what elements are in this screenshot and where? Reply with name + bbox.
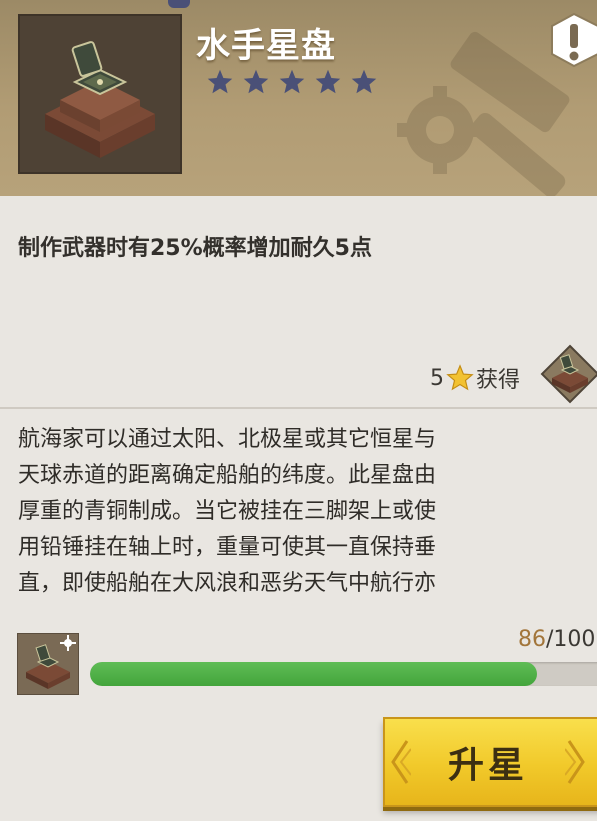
- progress-count: 86/100: [518, 627, 595, 652]
- effect-description: 制作武器时有25%概率增加耐久5点: [18, 236, 372, 261]
- upgrade-label: 升星: [447, 745, 528, 786]
- section-divider: [0, 407, 597, 409]
- star-icon: [207, 69, 233, 94]
- progress-total: /100: [546, 627, 596, 652]
- lore-line: 用铅锤挂在轴上时，重量可使其一直保持垂: [18, 535, 437, 560]
- button-ornament-right: [565, 740, 585, 784]
- acquire-star-count: 5: [430, 365, 444, 391]
- star-rating: [206, 68, 378, 96]
- warning-icon[interactable]: [548, 12, 597, 68]
- star-icon: [243, 69, 269, 94]
- astrolabe-icon: [45, 41, 155, 158]
- item-name: 水手星盘: [196, 26, 336, 66]
- progress-bar: [90, 662, 597, 686]
- item-header: 水手星盘: [0, 0, 597, 196]
- star-icon: [279, 69, 305, 94]
- gold-star-icon: [446, 364, 474, 391]
- progress-current: 86: [518, 627, 546, 652]
- acquire-condition: 5 获得: [430, 362, 520, 394]
- lore-line: 直，即使船舶在大风浪和恶劣天气中航行亦: [18, 571, 437, 596]
- header-notch: [168, 0, 190, 8]
- item-icon-frame: [18, 14, 182, 174]
- astrolabe-shard-icon[interactable]: [17, 633, 79, 695]
- astrolabe-reward-icon[interactable]: [540, 344, 597, 404]
- upgrade-star-button[interactable]: 升星: [383, 717, 597, 807]
- star-icon: [351, 69, 377, 94]
- lore-line: 航海家可以通过太阳、北极星或其它恒星与: [18, 427, 437, 452]
- lore-line: 天球赤道的距离确定船舶的纬度。此星盘由: [18, 463, 437, 488]
- progress-fill: [90, 662, 538, 686]
- lore-text[interactable]: 航海家可以通过太阳、北极星或其它恒星与 天球赤道的距离确定船舶的纬度。此星盘由 …: [18, 422, 588, 598]
- button-ornament-left: [391, 740, 411, 784]
- lore-line: 厚重的青铜制成。当它被挂在三脚架上或使: [18, 499, 437, 524]
- astrolabe-shard-art: [26, 635, 76, 689]
- acquire-label: 获得: [476, 368, 521, 393]
- star-icon: [315, 69, 341, 94]
